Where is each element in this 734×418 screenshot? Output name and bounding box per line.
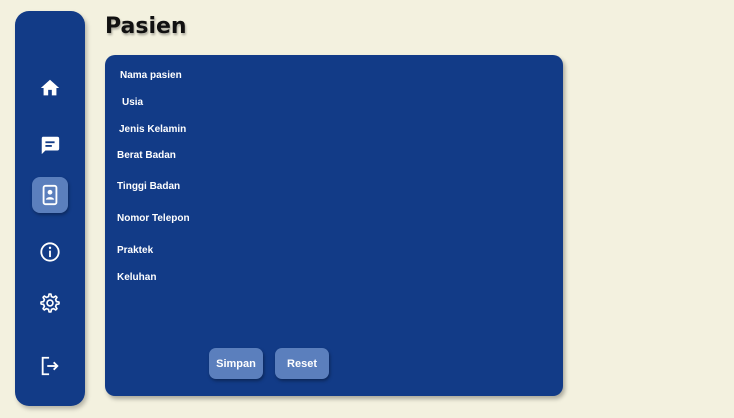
- sidebar-item-chat[interactable]: [32, 127, 68, 163]
- info-icon: [39, 241, 61, 263]
- sidebar-item-settings[interactable]: [32, 285, 68, 321]
- home-icon: [39, 77, 61, 99]
- field-label-keluhan: Keluhan: [117, 272, 157, 283]
- sidebar-item-home[interactable]: [32, 70, 68, 106]
- logout-icon: [39, 355, 61, 377]
- save-button[interactable]: Simpan: [209, 348, 263, 379]
- gear-icon: [39, 292, 61, 314]
- field-label-nomor-telepon: Nomor Telepon: [117, 213, 190, 224]
- field-label-nama-pasien: Nama pasien: [120, 70, 182, 81]
- field-label-praktek: Praktek: [117, 245, 154, 256]
- field-label-tinggi-badan: Tinggi Badan: [117, 181, 181, 192]
- page-title: Pasien: [105, 14, 187, 39]
- sidebar-item-info[interactable]: [32, 234, 68, 270]
- reset-button[interactable]: Reset: [275, 348, 329, 379]
- sidebar-item-logout[interactable]: [32, 348, 68, 384]
- field-label-jenis-kelamin: Jenis Kelamin: [119, 124, 187, 135]
- patient-card-icon: [39, 184, 61, 206]
- sidebar: [15, 11, 85, 406]
- patient-form: Nama pasien Usia Jenis Kelamin Berat Bad…: [105, 55, 563, 396]
- field-label-usia: Usia: [122, 97, 144, 108]
- sidebar-item-patients[interactable]: [32, 177, 68, 213]
- field-label-berat-badan: Berat Badan: [117, 150, 176, 161]
- chat-icon: [39, 134, 61, 156]
